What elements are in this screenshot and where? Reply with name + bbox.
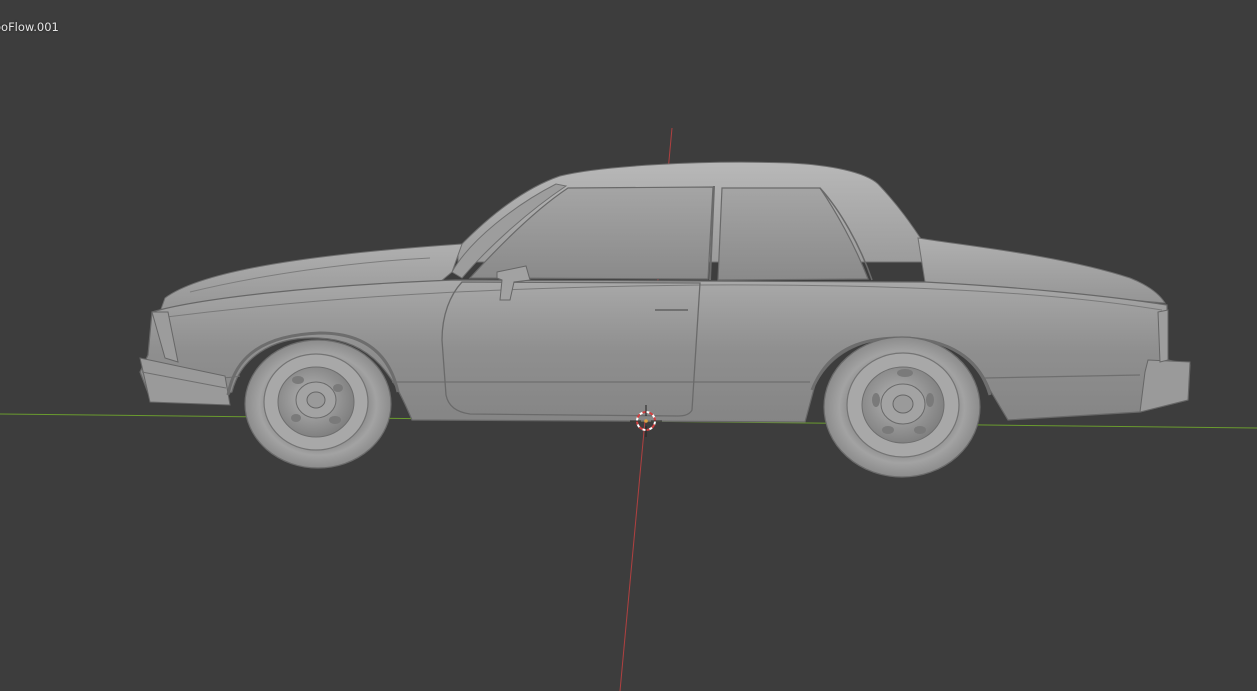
car-model[interactable] <box>139 161 1191 478</box>
front-wheel <box>244 339 392 469</box>
3d-viewport[interactable]: ooFlow.001 <box>0 0 1257 691</box>
rear-wheel <box>823 336 981 478</box>
viewport-scene <box>0 127 1257 691</box>
